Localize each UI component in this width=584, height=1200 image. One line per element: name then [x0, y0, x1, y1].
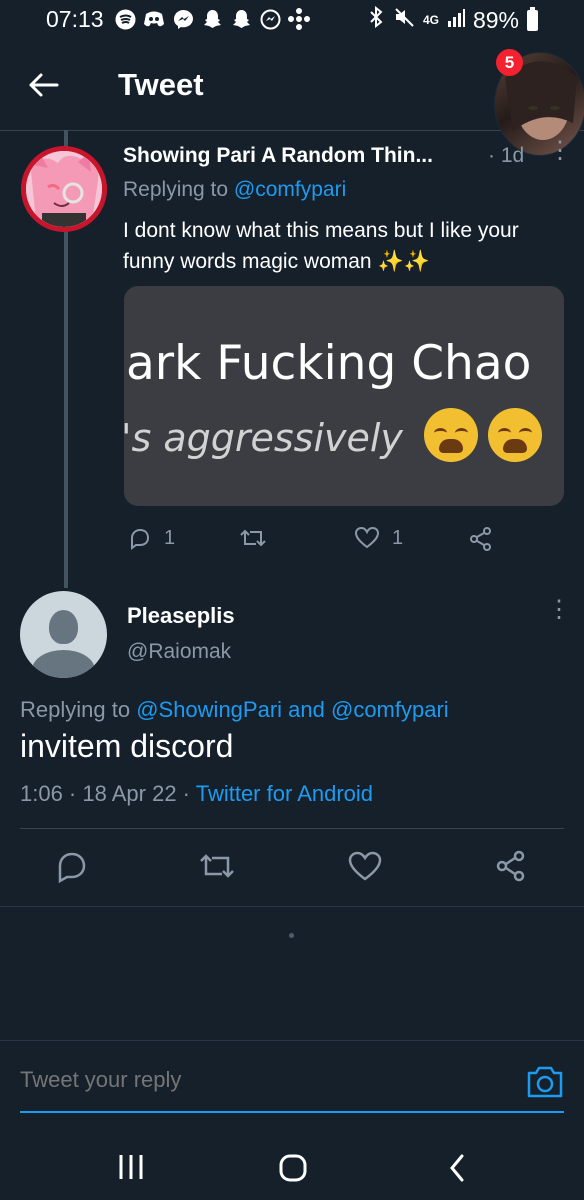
- page-title: Tweet: [118, 67, 204, 102]
- heart-icon[interactable]: [347, 850, 383, 882]
- main-tweet-actions: [0, 846, 584, 888]
- system-status: 4G 89%: [367, 5, 538, 34]
- status-bar: 07:13 4G 89%: [0, 0, 584, 40]
- recent-apps-icon[interactable]: [117, 1153, 145, 1181]
- like-button[interactable]: 1: [354, 526, 403, 550]
- more-options-icon[interactable]: ⋮: [548, 139, 572, 163]
- display-name[interactable]: Showing Pari A Random Thin...: [123, 144, 433, 168]
- divider: [0, 906, 584, 907]
- back-icon[interactable]: [446, 1153, 468, 1183]
- messenger-icon: [172, 8, 194, 30]
- anime-avatar-image: [26, 151, 102, 227]
- divider: [20, 828, 564, 829]
- share-icon: [470, 527, 491, 551]
- tweet-text: invitem discord: [20, 728, 234, 764]
- snapchat-icon: [230, 8, 252, 30]
- tweet-actions: 1 1: [124, 526, 564, 554]
- anime-character-icon: [26, 151, 102, 227]
- mute-icon: [393, 6, 415, 34]
- reply-icon[interactable]: [55, 849, 89, 883]
- notification-icons: [114, 8, 310, 30]
- share-icon[interactable]: [494, 849, 528, 883]
- pinwheel-icon: [288, 8, 310, 30]
- default-avatar-body-icon: [32, 650, 95, 678]
- tweet-metadata: 1:06 · 18 Apr 22 · Twitter for Android: [20, 781, 374, 806]
- like-count: 1: [392, 526, 404, 549]
- divider: [0, 1040, 584, 1041]
- source-link[interactable]: Twitter for Android: [196, 781, 373, 806]
- default-avatar-head-icon: [49, 610, 78, 644]
- home-icon[interactable]: [278, 1153, 308, 1183]
- username[interactable]: @Raiomak: [127, 640, 231, 664]
- spotify-icon: [114, 8, 136, 30]
- tweet-text: I dont know what this means but I like y…: [123, 219, 519, 273]
- notification-badge: 5: [496, 49, 523, 76]
- showingpari-avatar[interactable]: [21, 146, 107, 232]
- image-text-line-1: ark Fucking Chao: [126, 336, 532, 391]
- network-type: 4G: [422, 13, 439, 27]
- tweet-time: · 1d: [488, 144, 525, 167]
- heart-icon: [354, 526, 380, 549]
- messenger-icon: [259, 8, 281, 30]
- snapchat-icon: [201, 8, 223, 30]
- weary-face-emoji-icon: [424, 408, 478, 462]
- battery-percent: 89%: [472, 6, 519, 33]
- replying-to: Replying to @comfypari: [123, 178, 347, 201]
- battery-icon: [527, 6, 538, 31]
- reply-icon: [131, 528, 150, 550]
- share-button[interactable]: [468, 526, 494, 552]
- display-name[interactable]: Pleaseplis: [127, 603, 235, 629]
- bluetooth-icon: [367, 5, 385, 34]
- reply-input[interactable]: [20, 1067, 510, 1093]
- replying-to: Replying to @ShowingPari and @comfypari: [20, 697, 449, 722]
- status-time: 07:13: [46, 6, 104, 32]
- mention-link[interactable]: @comfypari: [331, 697, 449, 722]
- discord-icon: [143, 8, 165, 30]
- retweet-button[interactable]: [239, 526, 267, 550]
- tweet-image[interactable]: ark Fucking Chao 's aggressively: [124, 286, 564, 506]
- camera-icon[interactable]: [526, 1064, 564, 1100]
- reply-button[interactable]: 1: [128, 526, 175, 550]
- retweet-icon[interactable]: [198, 849, 236, 883]
- loading-indicator: [289, 933, 294, 938]
- weary-face-emoji-icon: [488, 408, 542, 462]
- reply-count: 1: [164, 526, 176, 549]
- image-text-line-2: 's aggressively: [124, 416, 403, 460]
- signal-icon: [447, 7, 465, 33]
- system-navigation-bar: [0, 1113, 584, 1200]
- mention-link[interactable]: @comfypari: [234, 178, 346, 201]
- mention-link[interactable]: @ShowingPari: [136, 697, 282, 722]
- retweet-icon: [240, 529, 266, 547]
- pleaseplis-avatar[interactable]: [20, 591, 107, 678]
- more-options-icon[interactable]: ⋮: [547, 598, 571, 622]
- back-arrow-icon[interactable]: [28, 70, 60, 100]
